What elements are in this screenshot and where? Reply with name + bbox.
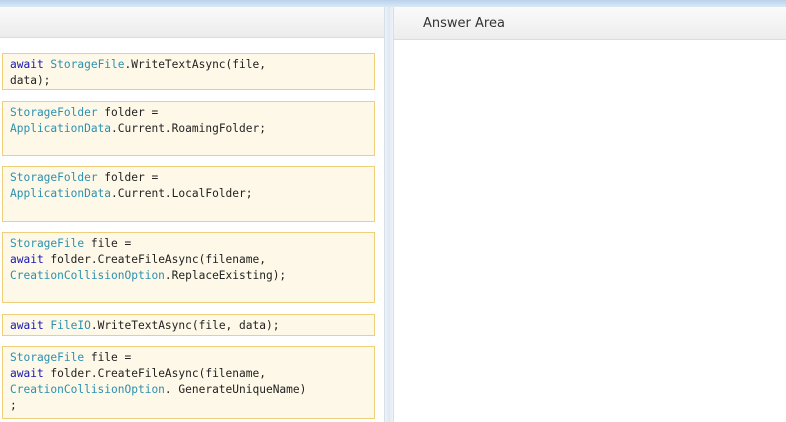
- code-line: await FileIO.WriteTextAsync(file, data);: [10, 318, 367, 334]
- code-line: StorageFile file =: [10, 236, 367, 252]
- code-keyword: await: [10, 253, 44, 266]
- code-line: data);: [10, 73, 367, 89]
- code-tile-roaming-folder[interactable]: StorageFolder folder = ApplicationData.Cu…: [2, 101, 375, 156]
- code-line: ApplicationData.Current.RoamingFolder;: [10, 121, 367, 137]
- code-type: StorageFile: [10, 237, 85, 250]
- code-text: . GenerateUniqueName): [164, 383, 307, 396]
- code-text: file =: [84, 351, 132, 364]
- code-text: data);: [10, 74, 51, 87]
- code-line: ;: [10, 398, 367, 414]
- answer-area-header: Answer Area: [394, 7, 786, 40]
- code-text: .WriteTextAsync(file,: [124, 58, 273, 71]
- code-line: await folder.CreateFileAsync(filename,: [10, 252, 367, 268]
- code-line: CreationCollisionOption. GenerateUniqueN…: [10, 382, 367, 398]
- pane-divider[interactable]: [384, 7, 394, 422]
- code-text: folder =: [97, 171, 159, 184]
- code-keyword: await: [10, 367, 44, 380]
- code-tile-write-storagefile[interactable]: await StorageFile.WriteTextAsync(file, d…: [2, 53, 375, 90]
- code-text: .WriteTextAsync(file, data);: [90, 319, 280, 332]
- options-header: [0, 7, 384, 38]
- code-text: folder.CreateFileAsync(filename,: [43, 367, 266, 380]
- window-top-strip: [0, 0, 786, 7]
- code-tile-local-folder[interactable]: StorageFolder folder = ApplicationData.Cu…: [2, 166, 375, 222]
- answer-area[interactable]: Answer Area: [394, 7, 786, 422]
- code-text: ;: [10, 399, 17, 412]
- code-line: StorageFolder folder =: [10, 105, 367, 121]
- code-type: ApplicationData: [10, 187, 112, 200]
- code-line: await StorageFile.WriteTextAsync(file,: [10, 57, 367, 73]
- code-text: .Current.LocalFolder;: [111, 187, 253, 200]
- code-type: StorageFolder: [10, 171, 98, 184]
- code-type: CreationCollisionOption: [10, 383, 165, 396]
- code-tile-write-fileio[interactable]: await FileIO.WriteTextAsync(file, data);: [2, 314, 375, 336]
- code-type: FileIO: [50, 319, 91, 332]
- code-line: await folder.CreateFileAsync(filename,: [10, 366, 367, 382]
- code-line: StorageFile file =: [10, 350, 367, 366]
- code-type: StorageFile: [10, 351, 85, 364]
- code-line: ApplicationData.Current.LocalFolder;: [10, 186, 367, 202]
- code-line: CreationCollisionOption.ReplaceExisting)…: [10, 268, 367, 284]
- code-text: file =: [84, 237, 132, 250]
- code-text: folder.CreateFileAsync(filename,: [43, 253, 266, 266]
- code-type: CreationCollisionOption: [10, 269, 165, 282]
- code-tile-create-unique[interactable]: StorageFile file = await folder.CreateFil…: [2, 346, 375, 419]
- answer-area-title: Answer Area: [423, 16, 505, 31]
- code-keyword: await: [10, 58, 51, 71]
- code-tile-create-replace[interactable]: StorageFile file = await folder.CreateFil…: [2, 232, 375, 303]
- code-keyword: await: [10, 319, 51, 332]
- code-type: StorageFolder: [10, 106, 98, 119]
- code-type: ApplicationData: [10, 122, 112, 135]
- code-text: folder =: [97, 106, 159, 119]
- code-line: StorageFolder folder =: [10, 170, 367, 186]
- code-text: .ReplaceExisting);: [164, 269, 287, 282]
- code-text: .Current.RoamingFolder;: [111, 122, 266, 135]
- code-type: StorageFile: [50, 58, 125, 71]
